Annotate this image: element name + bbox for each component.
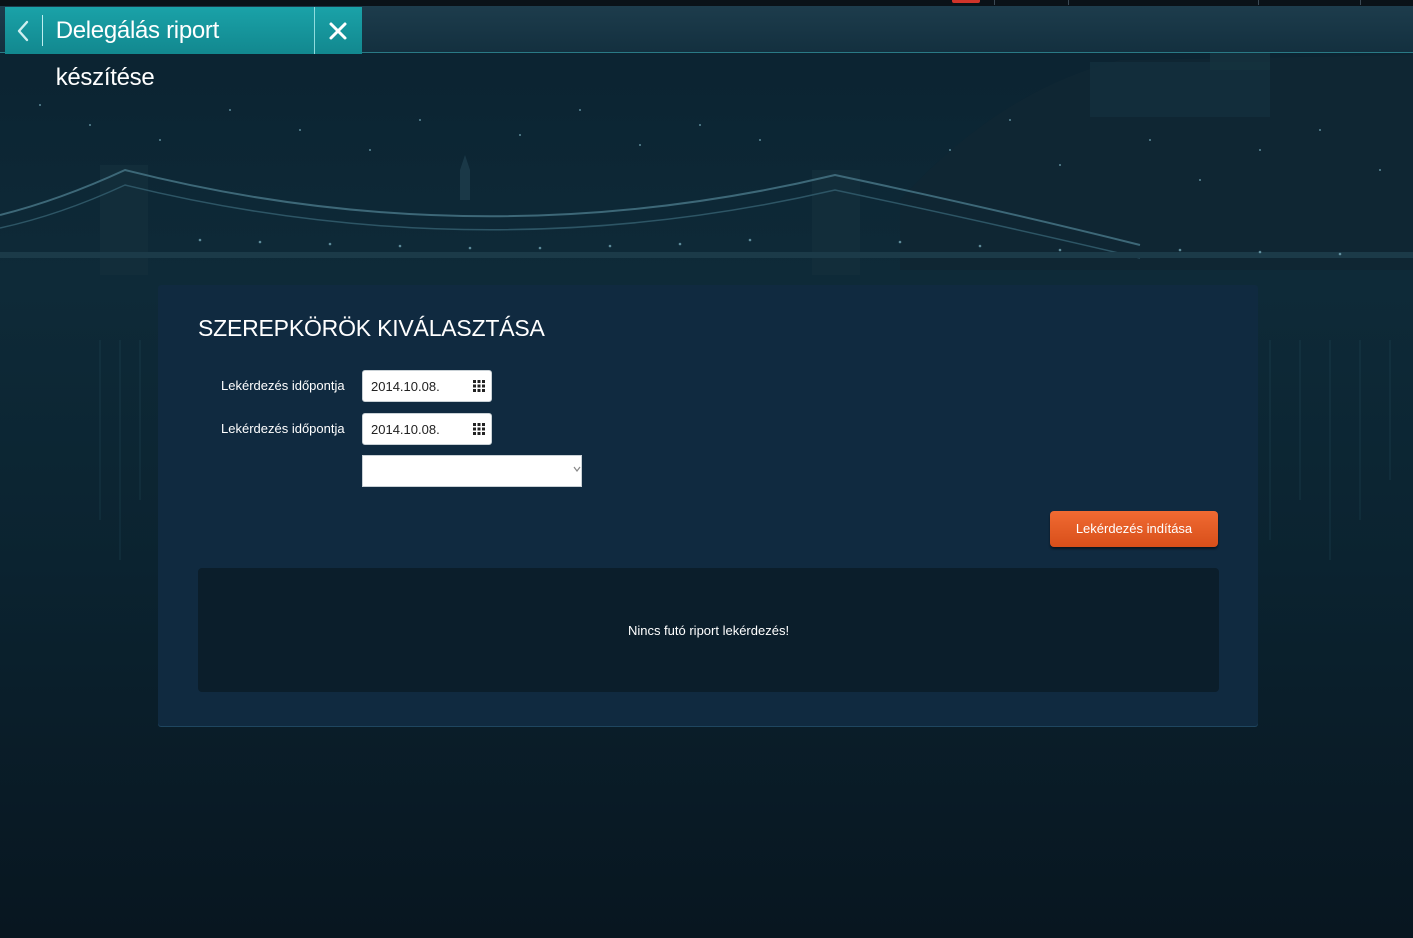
top-divider (1068, 0, 1069, 5)
close-icon (329, 22, 347, 39)
date-to-value: 2014.10.08. (371, 422, 440, 437)
status-message: Nincs futó riport lekérdezés! (627, 622, 790, 638)
close-button[interactable] (313, 7, 362, 54)
calendar-icon[interactable] (473, 380, 485, 392)
calendar-icon[interactable] (473, 423, 485, 435)
back-button[interactable] (5, 7, 42, 54)
top-divider (1360, 0, 1361, 5)
notification-indicator (952, 0, 980, 3)
status-box: Nincs futó riport lekérdezés! (198, 568, 1219, 692)
date-to-input[interactable]: 2014.10.08. (362, 413, 492, 445)
role-select[interactable] (362, 455, 582, 487)
date-from-value: 2014.10.08. (371, 379, 440, 394)
panel-title: SZEREPKÖRÖK KIVÁLASZTÁSA (198, 315, 545, 341)
dropdown-chevron-icon (573, 466, 581, 472)
start-query-button[interactable]: Lekérdezés indítása (1050, 511, 1218, 547)
back-chevron-icon (18, 20, 29, 41)
active-tab: Delegálás riport készítése (5, 7, 362, 91)
report-panel: SZEREPKÖRÖK KIVÁLASZTÁSA Lekérdezés időp… (158, 285, 1258, 726)
date-from-label: Lekérdezés időpontja (221, 378, 345, 393)
tab-title: Delegálás riport készítése (55, 17, 220, 91)
date-to-label: Lekérdezés időpontja (221, 421, 345, 436)
date-from-input[interactable]: 2014.10.08. (362, 370, 492, 402)
top-divider (1258, 0, 1259, 5)
top-divider (994, 0, 995, 5)
